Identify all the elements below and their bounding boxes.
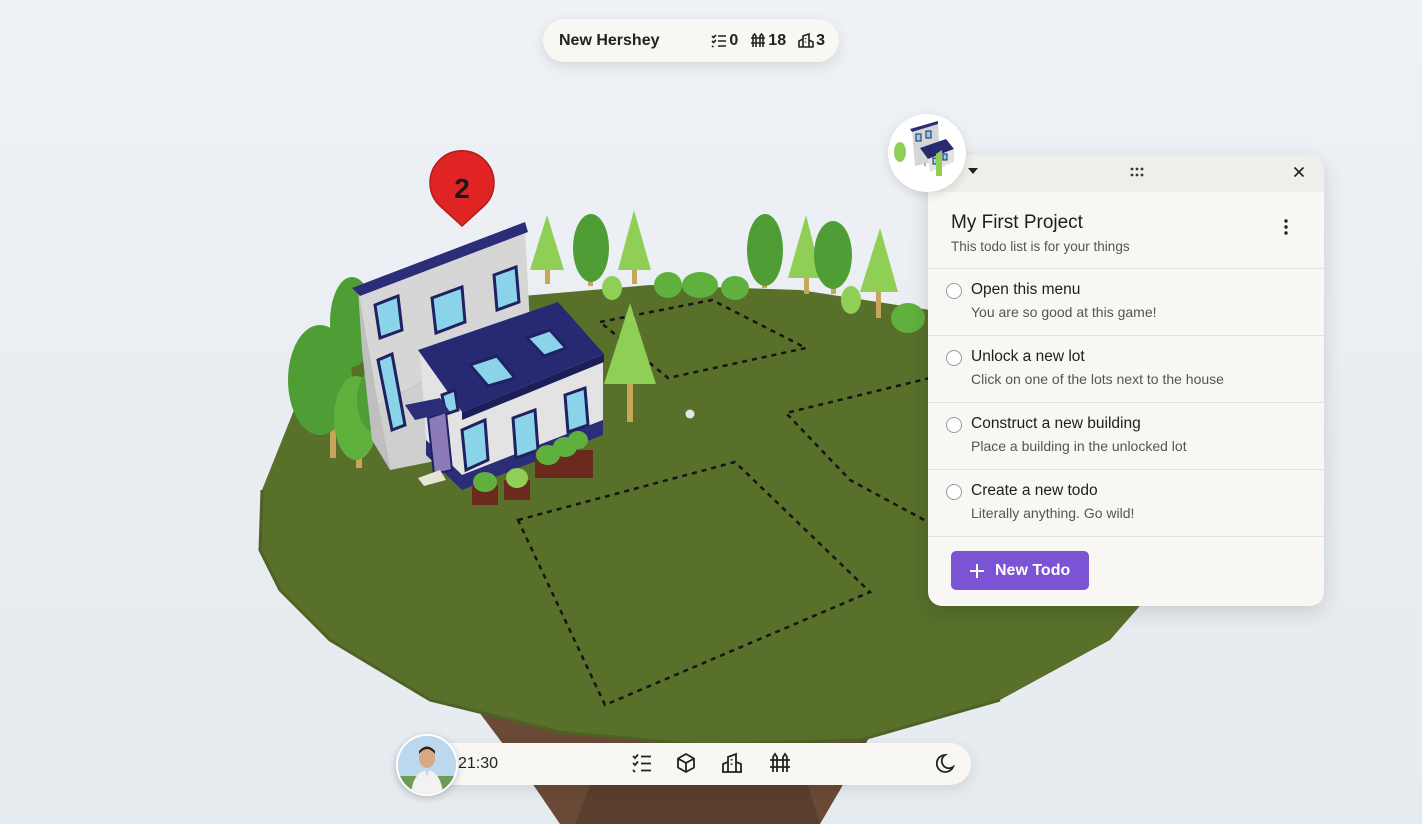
todo-checkbox[interactable] — [946, 417, 962, 433]
project-avatar[interactable] — [888, 114, 966, 192]
todo-item[interactable]: Construct a new building Place a buildin… — [928, 403, 1324, 470]
todo-description: Click on one of the lots next to the hou… — [971, 371, 1224, 387]
project-title: My First Project — [951, 212, 1083, 233]
stat-buildings: 3 — [798, 32, 825, 50]
new-todo-button[interactable]: New Todo — [951, 551, 1089, 590]
todo-description: Literally anything. Go wild! — [971, 505, 1135, 521]
plus-icon — [970, 563, 984, 578]
user-photo — [398, 736, 456, 794]
todo-item[interactable]: Open this menu You are so good at this g… — [928, 269, 1324, 336]
moon-icon[interactable] — [936, 752, 958, 774]
panel-drag-bar[interactable] — [928, 155, 1324, 192]
city-name: New Hershey — [559, 31, 660, 49]
stat-fences-value: 18 — [768, 31, 787, 49]
clock-time: 21:30 — [458, 755, 499, 772]
building-icon — [798, 33, 814, 48]
fence-icon[interactable] — [769, 752, 791, 774]
project-subtitle: This todo list is for your things — [951, 239, 1130, 254]
todo-checkbox[interactable] — [946, 350, 962, 366]
house-building[interactable] — [352, 222, 604, 505]
cube-icon[interactable] — [675, 752, 697, 774]
building-icon[interactable] — [721, 752, 743, 774]
stat-todos: 0 — [711, 32, 738, 50]
user-avatar[interactable] — [396, 734, 458, 796]
stat-buildings-value: 3 — [816, 31, 825, 49]
stat-todos-value: 0 — [729, 31, 739, 49]
checklist-icon — [711, 33, 727, 48]
todo-description: Place a building in the unlocked lot — [971, 438, 1187, 454]
todo-title: Create a new todo — [971, 482, 1098, 499]
more-options-icon[interactable] — [1283, 219, 1289, 235]
house-thumbnail-icon — [894, 121, 954, 176]
close-icon[interactable] — [1293, 166, 1305, 178]
bottom-toolbar: 21:30 — [400, 743, 971, 785]
lot-count-marker-label: 2 — [454, 173, 470, 204]
todo-title: Open this menu — [971, 281, 1081, 298]
fence-icon — [751, 33, 766, 47]
todo-panel: My First Project This todo list is for y… — [928, 155, 1324, 606]
project-header: My First Project This todo list is for y… — [928, 192, 1324, 269]
drag-handle-icon[interactable] — [1130, 167, 1144, 178]
city-stats-bar: New Hershey 0 18 3 — [543, 19, 839, 62]
lot-count-marker[interactable]: 2 — [429, 150, 495, 228]
todo-checkbox[interactable] — [946, 484, 962, 500]
todo-title: Construct a new building — [971, 415, 1141, 432]
todo-description: You are so good at this game! — [971, 304, 1157, 320]
caret-down-icon[interactable] — [968, 168, 978, 174]
todo-title: Unlock a new lot — [971, 348, 1085, 365]
todo-item[interactable]: Create a new todo Literally anything. Go… — [928, 470, 1324, 537]
checklist-icon[interactable] — [631, 752, 653, 774]
todo-item[interactable]: Unlock a new lot Click on one of the lot… — [928, 336, 1324, 403]
todo-checkbox[interactable] — [946, 283, 962, 299]
new-todo-label: New Todo — [995, 561, 1071, 579]
stat-fences: 18 — [750, 32, 786, 50]
